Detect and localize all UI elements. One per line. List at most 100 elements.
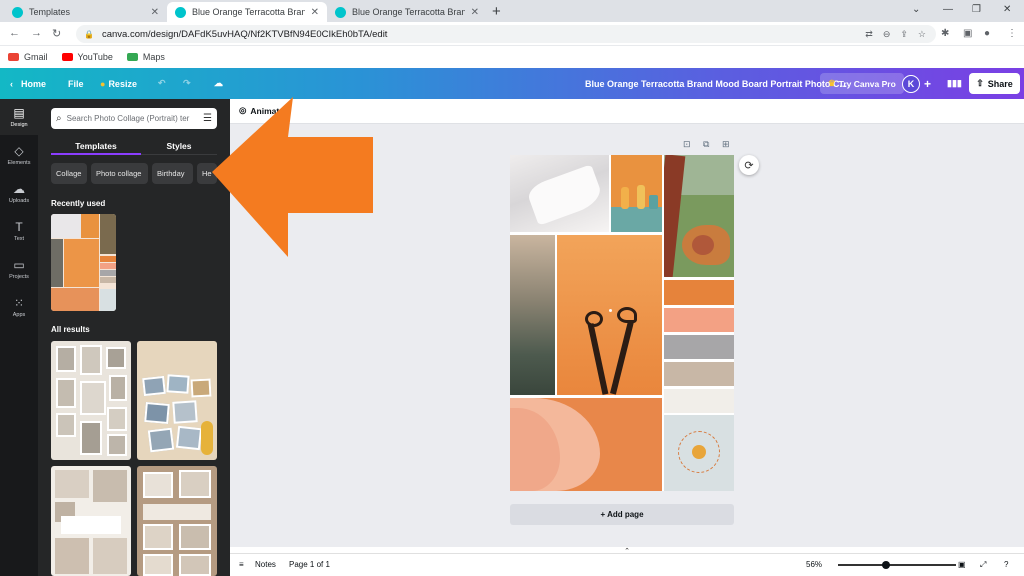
notes-icon[interactable]: ≡ — [239, 560, 244, 569]
template-thumbnail[interactable] — [51, 466, 131, 576]
rail-item-elements[interactable]: ◇ Elements — [0, 137, 38, 173]
logo-tile[interactable] — [664, 415, 734, 491]
rail-item-design[interactable]: ▤ Design — [0, 99, 38, 135]
rotate-icon[interactable]: ⟳ — [739, 155, 759, 175]
profile-icon[interactable]: ● — [984, 28, 990, 39]
extensions-icon[interactable]: ✱ — [941, 28, 949, 39]
photo-hands[interactable] — [557, 235, 662, 395]
swatch-5[interactable] — [664, 389, 734, 413]
tab-styles[interactable]: Styles — [141, 137, 217, 155]
swatch-2[interactable] — [664, 308, 734, 332]
forward-icon[interactable]: → — [31, 27, 42, 39]
home-button[interactable]: ‹ Home — [10, 68, 46, 99]
photo-beach[interactable] — [510, 398, 662, 491]
animate-button[interactable]: ◎ Animate — [239, 105, 284, 116]
chip-label: Photo collage — [96, 169, 142, 178]
chip-he[interactable]: He — [197, 163, 217, 184]
tab-title: Templates — [29, 7, 71, 17]
menu-dots-icon[interactable]: ⋮ — [1007, 28, 1017, 39]
rail-item-text[interactable]: T Text — [0, 213, 38, 249]
fullscreen-icon[interactable]: ⤢ — [980, 560, 986, 570]
translate-icon[interactable]: ⇄ — [865, 29, 873, 40]
doc-title[interactable]: Blue Orange Terracotta Brand Mood Board … — [585, 68, 847, 99]
chip-photo-collage[interactable]: Photo collage — [91, 163, 148, 184]
bookmark-youtube[interactable]: YouTube — [61, 52, 113, 62]
duplicate-page-icon[interactable]: ⧉ — [703, 139, 709, 150]
new-tab-icon[interactable]: + — [492, 3, 501, 20]
add-page-icon[interactable]: ⊞ — [722, 139, 730, 150]
add-member-icon[interactable]: + — [924, 68, 931, 99]
restore-icon[interactable]: ❐ — [972, 4, 981, 15]
swatch-1[interactable] — [664, 280, 734, 305]
share-page-icon[interactable]: ⇪ — [900, 29, 908, 40]
crown-icon: ♛ — [828, 78, 836, 88]
bookmark-star-icon[interactable]: ☆ — [918, 29, 926, 40]
design-page[interactable] — [510, 155, 734, 491]
rail-label: Uploads — [8, 198, 30, 204]
photo-orange-vase[interactable] — [611, 155, 662, 232]
grid-view-icon[interactable]: ▣ — [958, 560, 966, 569]
zoom-level[interactable]: 56% — [806, 560, 822, 569]
bookmarks-bar: Gmail YouTube Maps — [0, 46, 1024, 68]
address-bar[interactable]: 🔒 canva.com/design/DAFdK5uvHAQ/Nf2KTVBfN… — [76, 25, 936, 43]
close-icon[interactable]: ✕ — [311, 7, 319, 18]
rail-label: Elements — [7, 160, 31, 166]
share-button[interactable]: ⇧ Share — [969, 73, 1020, 94]
photo-white-fabric[interactable] — [510, 155, 609, 232]
cloud-sync-icon[interactable]: ☁ — [214, 68, 223, 99]
context-toolbar — [230, 99, 1024, 124]
side-rail: ▤ Design ◇ Elements ☁ Uploads T Text ▭ Projec… — [0, 99, 38, 576]
template-search-input[interactable]: ⌕ Search Photo Collage (Portrait) ter ☰ — [51, 108, 217, 129]
recent-template-thumbnail[interactable] — [51, 214, 116, 311]
sidepanel-icon[interactable]: ▣ — [963, 28, 972, 39]
reload-icon[interactable]: ↻ — [52, 27, 61, 40]
close-icon[interactable]: ✕ — [471, 7, 479, 18]
rail-item-projects[interactable]: ▭ Projects — [0, 251, 38, 287]
rail-label: Apps — [12, 312, 26, 318]
avatar[interactable]: K — [902, 75, 920, 93]
minimize-icon[interactable]: — — [943, 4, 953, 15]
bookmark-label: Maps — [142, 52, 165, 62]
close-icon[interactable]: ✕ — [151, 7, 159, 18]
template-thumbnail[interactable] — [51, 341, 131, 460]
photo-hammock[interactable] — [664, 155, 734, 277]
swatch-3[interactable] — [664, 335, 734, 359]
try-pro-button[interactable]: ♛ Try Canva Pro — [820, 73, 904, 94]
resize-button[interactable]: ● Resize — [100, 68, 137, 99]
template-thumbnail[interactable] — [137, 341, 217, 460]
browser-tab[interactable]: Blue Orange Terracotta Brand Mo ✕ — [327, 2, 487, 22]
window-close-icon[interactable]: ✕ — [1003, 4, 1011, 15]
chevron-down-icon[interactable]: ⌄ — [912, 4, 920, 15]
swatch-4[interactable] — [664, 362, 734, 386]
zoom-icon[interactable]: ⊖ — [883, 29, 891, 40]
undo-icon[interactable]: ↶ — [158, 68, 166, 99]
photo-forest[interactable] — [510, 235, 555, 395]
browser-toolbar: ← → ↻ 🔒 canva.com/design/DAFdK5uvHAQ/Nf2… — [0, 22, 1024, 46]
template-thumbnail[interactable] — [137, 466, 217, 576]
browser-tab-active[interactable]: Blue Orange Terracotta Brand Mo ✕ — [167, 2, 327, 22]
bookmark-gmail[interactable]: Gmail — [8, 52, 48, 62]
bookmark-maps[interactable]: Maps — [126, 52, 165, 62]
back-icon[interactable]: ← — [9, 27, 20, 39]
lock-page-icon[interactable]: ⊡ — [683, 139, 691, 150]
zoom-slider[interactable] — [838, 564, 956, 566]
browser-tab[interactable]: Templates ✕ — [4, 2, 167, 22]
chip-birthday[interactable]: Birthday — [152, 163, 193, 184]
page-indicator[interactable]: Page 1 of 1 — [289, 560, 330, 569]
file-menu[interactable]: File — [68, 68, 84, 99]
zoom-slider-knob[interactable] — [882, 561, 890, 569]
grid-icon: ⁙ — [13, 296, 25, 310]
filter-icon[interactable]: ☰ — [203, 113, 212, 124]
notes-button[interactable]: Notes — [255, 560, 276, 569]
canva-favicon-icon — [175, 6, 186, 18]
rail-item-uploads[interactable]: ☁ Uploads — [0, 175, 38, 211]
avatar-initial: K — [907, 79, 915, 89]
rail-item-apps[interactable]: ⁙ Apps — [0, 289, 38, 325]
home-label: Home — [21, 78, 47, 89]
analytics-icon[interactable]: ▮▮▮ — [947, 68, 962, 99]
add-page-button[interactable]: + Add page — [510, 504, 734, 525]
doc-title-text: Blue Orange Terracotta Brand Mood Board … — [585, 78, 847, 89]
redo-icon[interactable]: ↷ — [183, 68, 191, 99]
chip-collage[interactable]: Collage — [51, 163, 87, 184]
help-icon[interactable]: ? — [1004, 560, 1008, 569]
